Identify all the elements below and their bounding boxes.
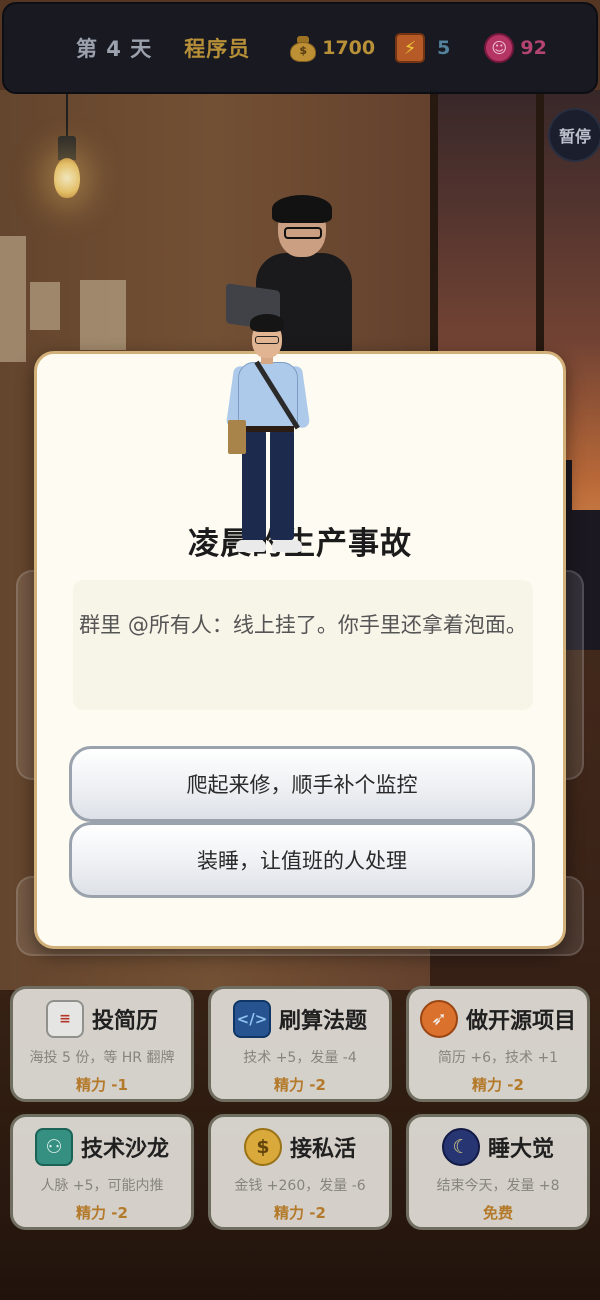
choice-sleep-button[interactable]: 装睡，让值班的人处理 (69, 822, 535, 898)
programmer-character (225, 314, 311, 564)
event-description: 群里 @所有人：线上挂了。你手里还拿着泡面。 (79, 613, 527, 637)
event-description-box (73, 580, 533, 710)
choice-fix-button[interactable]: 爬起来修，顺手补个监控 (69, 746, 535, 822)
